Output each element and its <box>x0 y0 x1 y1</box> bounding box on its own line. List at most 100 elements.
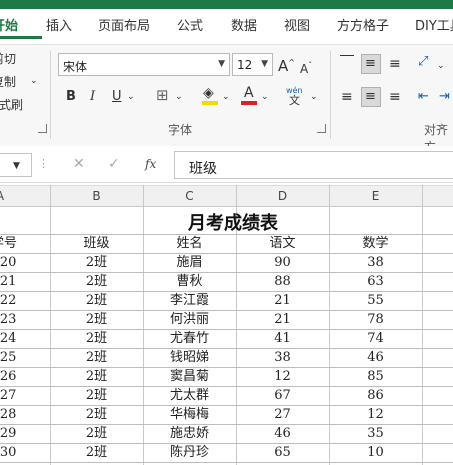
borders-dropdown-icon[interactable]: ⌄ <box>175 89 183 105</box>
align-bottom-icon[interactable]: ≡ <box>389 56 401 72</box>
cell-math-score[interactable]: 85 <box>329 368 422 386</box>
cell-class[interactable]: 2班 <box>50 349 143 367</box>
cell-name[interactable]: 施忠娇 <box>143 425 236 443</box>
cell-student-id[interactable]: 123 <box>0 311 24 329</box>
cell-class[interactable]: 2班 <box>50 425 143 443</box>
cell-student-id[interactable]: 121 <box>0 273 24 291</box>
cell-student-id[interactable]: 126 <box>0 368 24 386</box>
cell-name[interactable]: 曹秋 <box>143 273 236 291</box>
header-cell-chinese-score[interactable]: 语文 <box>236 235 329 253</box>
cell-chinese-score[interactable]: 65 <box>236 444 329 462</box>
cell-class[interactable]: 2班 <box>50 406 143 424</box>
cell-math-score[interactable]: 78 <box>329 311 422 329</box>
cell-student-id[interactable]: 130 <box>0 444 24 462</box>
borders-icon[interactable]: ⊞ <box>156 87 169 103</box>
cell-name[interactable]: 尤春竹 <box>143 330 236 348</box>
tab-fangfang[interactable]: 方方格子 <box>337 15 389 34</box>
tab-home[interactable]: 开始 <box>0 15 18 34</box>
cell-student-id[interactable]: 124 <box>0 330 24 348</box>
cell-chinese-score[interactable]: 90 <box>236 254 329 272</box>
cell-student-id[interactable]: 128 <box>0 406 24 424</box>
format-painter-button[interactable]: 格式刷 <box>0 96 23 113</box>
align-right-icon[interactable]: ≡ <box>389 89 401 105</box>
header-cell-class[interactable]: 班级 <box>50 235 143 253</box>
cell-chinese-score[interactable]: 21 <box>236 292 329 310</box>
align-middle-button[interactable]: ≡ <box>361 54 381 74</box>
cell-student-id[interactable]: 122 <box>0 292 24 310</box>
cell-chinese-score[interactable]: 41 <box>236 330 329 348</box>
formula-input[interactable]: 班级 <box>174 151 453 179</box>
cell-chinese-score[interactable]: 46 <box>236 425 329 443</box>
shrink-font-icon[interactable]: Aˇ <box>300 58 312 77</box>
cell-class[interactable]: 2班 <box>50 254 143 272</box>
insert-function-icon[interactable]: fx <box>145 156 156 172</box>
phonetic-char-icon[interactable]: 文 <box>289 93 300 109</box>
cell-chinese-score[interactable]: 27 <box>236 406 329 424</box>
cell-math-score[interactable]: 35 <box>329 425 422 443</box>
cell-class[interactable]: 2班 <box>50 368 143 386</box>
font-color-dropdown-icon[interactable]: ⌄ <box>261 89 269 105</box>
copy-button[interactable]: 复制 <box>0 73 16 90</box>
italic-button[interactable]: I <box>90 89 95 105</box>
underline-dropdown-icon[interactable]: ⌄ <box>127 89 135 105</box>
cell-student-id[interactable]: 129 <box>0 425 24 443</box>
cell-name[interactable]: 何洪丽 <box>143 311 236 329</box>
cell-chinese-score[interactable]: 21 <box>236 311 329 329</box>
font-launcher-icon[interactable] <box>317 124 326 133</box>
cell-name[interactable]: 窦昌菊 <box>143 368 236 386</box>
tab-insert[interactable]: 插入 <box>46 15 72 34</box>
font-name-select[interactable]: 宋体 ▼ <box>58 53 230 76</box>
column-header-d[interactable]: D <box>236 189 329 203</box>
align-left-icon[interactable]: ≡ <box>341 89 353 105</box>
cell-name[interactable]: 华梅梅 <box>143 406 236 424</box>
cell-class[interactable]: 2班 <box>50 311 143 329</box>
cell-class[interactable]: 2班 <box>50 330 143 348</box>
cell-student-id[interactable]: 125 <box>0 349 24 367</box>
cell-name[interactable]: 尤太群 <box>143 387 236 405</box>
cell-chinese-score[interactable]: 38 <box>236 349 329 367</box>
tab-view[interactable]: 视图 <box>284 15 310 34</box>
cancel-icon[interactable]: ✕ <box>73 156 85 172</box>
column-header-a[interactable]: A <box>0 189 12 203</box>
cell-chinese-score[interactable]: 12 <box>236 368 329 386</box>
column-header-e[interactable]: E <box>329 189 422 203</box>
column-header-b[interactable]: B <box>50 189 143 203</box>
font-size-select[interactable]: 12 ▼ <box>232 53 273 76</box>
tab-data[interactable]: 数据 <box>231 15 257 34</box>
clipboard-launcher-icon[interactable] <box>38 124 47 133</box>
underline-button[interactable]: U <box>112 89 122 105</box>
cell-class[interactable]: 2班 <box>50 387 143 405</box>
enter-icon[interactable]: ✓ <box>108 156 120 172</box>
decrease-indent-icon[interactable]: ⇤ <box>418 89 429 105</box>
tab-diy-tools[interactable]: DIY工具 <box>415 15 453 34</box>
increase-indent-icon[interactable]: ⇥ <box>439 89 450 105</box>
cell-math-score[interactable]: 10 <box>329 444 422 462</box>
cell-math-score[interactable]: 55 <box>329 292 422 310</box>
cell-name[interactable]: 施眉 <box>143 254 236 272</box>
phonetic-dropdown-icon[interactable]: ⌄ <box>310 89 318 105</box>
fill-color-icon[interactable]: ◈ <box>203 85 214 101</box>
cell-class[interactable]: 2班 <box>50 444 143 462</box>
cell-math-score[interactable]: 63 <box>329 273 422 291</box>
cell-name[interactable]: 钱昭娣 <box>143 349 236 367</box>
cell-student-id[interactable]: 127 <box>0 387 24 405</box>
cell-class[interactable]: 2班 <box>50 292 143 310</box>
cell-math-score[interactable]: 38 <box>329 254 422 272</box>
orientation-dropdown-icon[interactable]: ⌄ <box>437 58 445 74</box>
tab-page-layout[interactable]: 页面布局 <box>98 15 150 34</box>
bold-button[interactable]: B <box>66 89 76 105</box>
grow-font-icon[interactable]: A^ <box>278 55 295 74</box>
cell-chinese-score[interactable]: 67 <box>236 387 329 405</box>
name-box[interactable]: ▼ <box>0 153 32 177</box>
fill-color-dropdown-icon[interactable]: ⌄ <box>222 89 230 105</box>
cell-chinese-score[interactable]: 88 <box>236 273 329 291</box>
cell-math-score[interactable]: 74 <box>329 330 422 348</box>
tab-formulas[interactable]: 公式 <box>177 15 203 34</box>
header-cell-name[interactable]: 姓名 <box>143 235 236 253</box>
cell-math-score[interactable]: 46 <box>329 349 422 367</box>
column-header-c[interactable]: C <box>143 189 236 203</box>
align-center-button[interactable]: ≡ <box>361 87 381 107</box>
drag-handle-icon[interactable]: ⋮ <box>38 156 49 172</box>
cell-name[interactable]: 李江霞 <box>143 292 236 310</box>
header-cell-student-id[interactable]: 学号 <box>0 235 24 253</box>
